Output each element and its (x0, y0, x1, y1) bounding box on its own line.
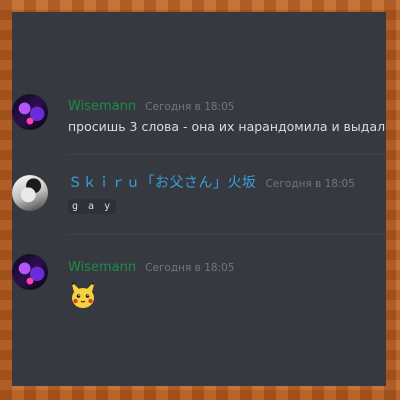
message-2: Ｓｋｉｒｕ「お父さん」火坂 Сегодня в 18:05 g a y (12, 169, 386, 231)
message-text: просишь 3 слова - она их нарандомила и в… (68, 119, 386, 134)
message-timestamp: Сегодня в 18:05 (145, 262, 235, 274)
inline-code-text: g a y (68, 199, 117, 214)
pikachu-emoji-icon[interactable] (68, 280, 98, 310)
username-wisemann[interactable]: Wisemann (68, 99, 136, 114)
message-header: Wisemann Сегодня в 18:05 (68, 256, 234, 275)
message-header: Wisemann Сегодня в 18:05 (68, 95, 234, 114)
message-timestamp: Сегодня в 18:05 (145, 101, 235, 113)
username-wisemann[interactable]: Wisemann (68, 260, 136, 275)
message-timestamp: Сегодня в 18:05 (265, 178, 355, 190)
chat-panel: Wisemann Сегодня в 18:05 просишь 3 слова… (12, 12, 386, 386)
message-divider (68, 154, 386, 155)
message-header: Ｓｋｉｒｕ「お父さん」火坂 Сегодня в 18:05 (68, 172, 355, 192)
user-avatar-wisemann[interactable] (12, 254, 48, 290)
message-divider (68, 234, 386, 235)
user-avatar-skiru[interactable] (12, 175, 48, 211)
user-avatar-wisemann[interactable] (12, 94, 48, 130)
username-skiru[interactable]: Ｓｋｉｒｕ「お父さん」火坂 (68, 175, 257, 191)
message-1: Wisemann Сегодня в 18:05 просишь 3 слова… (12, 90, 386, 146)
message-3: Wisemann Сегодня в 18:05 (12, 250, 386, 320)
